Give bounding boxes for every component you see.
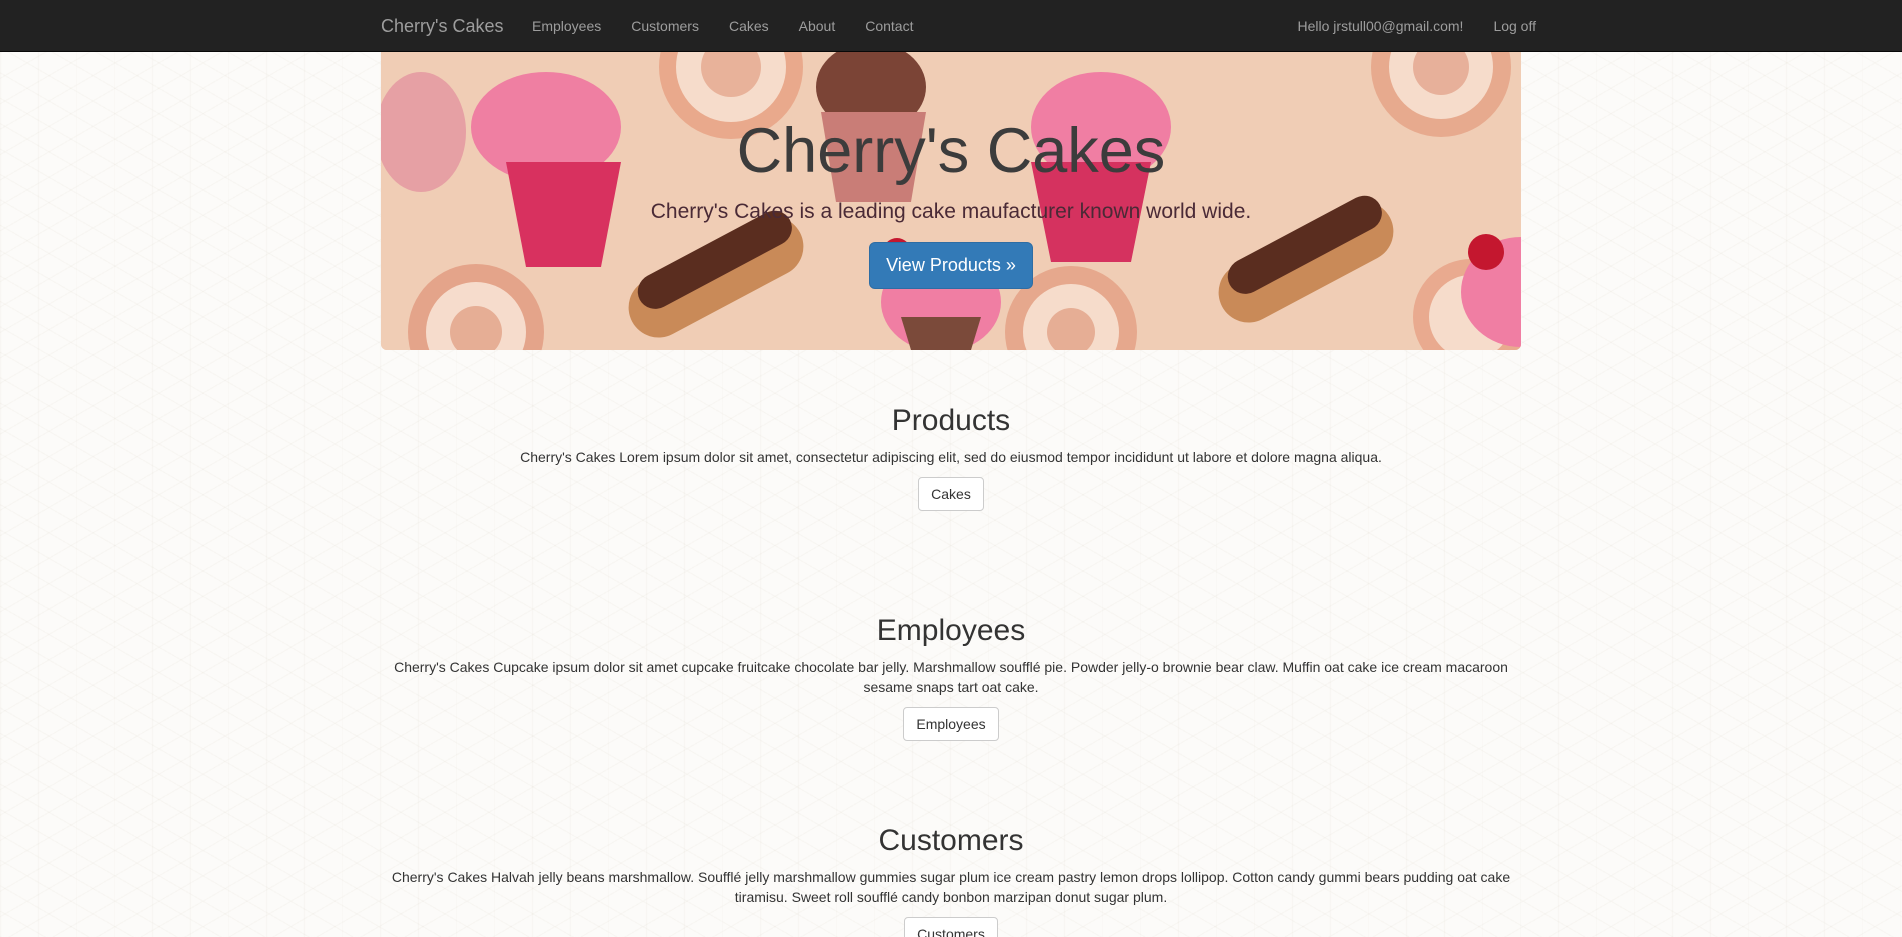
nav-link-cakes[interactable]: Cakes: [714, 0, 784, 52]
view-products-button[interactable]: View Products »: [869, 242, 1033, 289]
hero-subtitle: Cherry's Cakes is a leading cake maufact…: [650, 200, 1252, 223]
logoff-link[interactable]: Log off: [1478, 0, 1551, 52]
navbar: Cherry's Cakes Employees Customers Cakes…: [0, 0, 1902, 52]
section-title: Customers: [878, 824, 1024, 857]
nav-link-contact[interactable]: Contact: [850, 0, 928, 52]
nav-links: Employees Customers Cakes About Contact: [517, 0, 928, 52]
manage-account-link[interactable]: Hello jrstull00@gmail.com!: [1283, 0, 1479, 52]
products-section: Products Cherry's Cakes Lorem ipsum dolo…: [381, 404, 1521, 511]
customers-section: Customers Cherry's Cakes Halvah jelly be…: [381, 824, 1521, 937]
employees-button[interactable]: Employees: [903, 707, 999, 741]
customers-button[interactable]: Customers: [904, 917, 998, 937]
hero-jumbotron: Cherry's Cakes Cherry's Cakes is a leadi…: [381, 52, 1521, 350]
cakes-button[interactable]: Cakes: [918, 477, 984, 511]
section-title: Employees: [876, 614, 1026, 647]
section-description: Cherry's Cakes Lorem ipsum dolor sit ame…: [520, 449, 1382, 465]
nav-link-about[interactable]: About: [784, 0, 851, 52]
employees-section: Employees Cherry's Cakes Cupcake ipsum d…: [381, 614, 1521, 741]
hero-title: Cherry's Cakes: [736, 116, 1166, 186]
section-description: Cherry's Cakes Cupcake ipsum dolor sit a…: [394, 659, 1508, 695]
section-description: Cherry's Cakes Halvah jelly beans marshm…: [391, 869, 1511, 905]
nav-link-customers[interactable]: Customers: [616, 0, 714, 52]
nav-link-employees[interactable]: Employees: [517, 0, 616, 52]
section-title: Products: [891, 404, 1011, 437]
navbar-container: Cherry's Cakes Employees Customers Cakes…: [381, 0, 1551, 52]
nav-user-area: Hello jrstull00@gmail.com! Log off: [1283, 0, 1552, 52]
brand-link[interactable]: Cherry's Cakes: [381, 0, 503, 52]
hero-content: Cherry's Cakes Cherry's Cakes is a leadi…: [381, 52, 1521, 350]
